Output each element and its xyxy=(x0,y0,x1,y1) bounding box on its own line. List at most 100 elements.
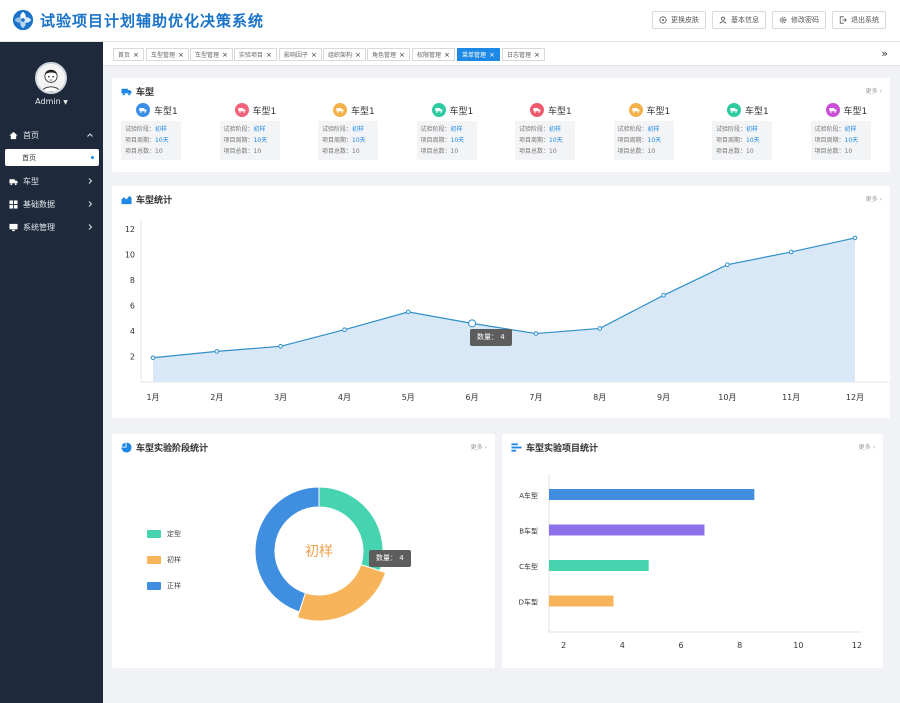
sidebar-item-home-label: 首页 xyxy=(23,131,39,140)
change-skin-button[interactable]: 更换皮肤 xyxy=(652,11,706,29)
basic-info-button[interactable]: 基本信息 xyxy=(712,11,766,29)
y-tick-label: 8 xyxy=(130,276,135,285)
user-icon xyxy=(719,16,727,24)
sidebar-item-vehicle[interactable]: 车型 xyxy=(0,170,103,193)
tab-home[interactable]: 首页 × xyxy=(113,48,144,61)
change-password-button[interactable]: 修改密码 xyxy=(772,11,826,29)
y-tick-label: 6 xyxy=(130,302,135,311)
monitor-icon xyxy=(9,223,18,232)
y-tick-label: 4 xyxy=(130,327,135,336)
truck-icon xyxy=(139,108,147,113)
tab-vehicle-management-2[interactable]: 车型管理 × xyxy=(190,48,233,61)
vehicle-name: 车型1 xyxy=(351,106,375,117)
vehicle-more-link[interactable]: 更多 › xyxy=(866,86,882,95)
sidebar-subitem-home[interactable]: 首页 xyxy=(5,149,99,166)
data-point xyxy=(725,262,730,267)
data-point xyxy=(214,349,220,354)
vehicle-item-head: 车型1 xyxy=(121,102,191,118)
vehicle-item[interactable]: 车型1 试验阶段：初样 项目周期：10天 项目总数：10 xyxy=(121,102,191,160)
sidebar-item-system[interactable]: 系统管理 xyxy=(0,216,103,239)
vehicle-info: 试验阶段：初样 项目周期：10天 项目总数：10 xyxy=(810,121,871,160)
truck-icon xyxy=(237,108,246,113)
double-chevron-right-icon[interactable]: » xyxy=(881,47,888,60)
close-icon[interactable]: × xyxy=(311,51,317,59)
tab-test-project[interactable]: 实验项目 × xyxy=(234,48,277,61)
y-tick-label: 10 xyxy=(125,251,135,260)
tab-organization[interactable]: 组织架构 × xyxy=(323,48,366,61)
total-value: 10 xyxy=(549,148,557,155)
x-tick-label: 12月 xyxy=(846,393,864,402)
basic-info-label: 基本信息 xyxy=(731,16,759,24)
tab-impact-factor[interactable]: 影响因子 × xyxy=(279,48,322,61)
avatar[interactable] xyxy=(35,62,67,94)
vehicle-item[interactable]: 车型1 试验阶段：初样 项目周期：10天 项目总数：10 xyxy=(416,102,487,160)
y-category-label: C车型 xyxy=(519,562,538,571)
total-label: 项目总数： xyxy=(322,148,353,155)
cycle-value: 10天 xyxy=(155,137,169,144)
x-tick-label: 8 xyxy=(737,641,742,650)
vehicle-badge-icon xyxy=(530,103,544,117)
close-icon[interactable]: × xyxy=(534,51,540,59)
stage-label: 试验阶段： xyxy=(519,126,550,133)
vehicle-item[interactable]: 车型1 试验阶段：初样 项目周期：10天 项目总数：10 xyxy=(810,102,881,160)
vehicle-item-head: 车型1 xyxy=(417,102,487,118)
vehicle-stage-row: 试验阶段：初样 xyxy=(421,124,473,135)
vehicle-item[interactable]: 车型1 试验阶段：初样 项目周期：10天 项目总数：10 xyxy=(613,102,684,160)
tab-log-management[interactable]: 日志管理 × xyxy=(502,48,545,61)
sidebar-menu: 首页 首页 车型 基础数据 系统管理 xyxy=(0,124,103,239)
stage-value: 初样 xyxy=(549,126,562,133)
total-label: 项目总数： xyxy=(223,148,254,155)
stage-label: 试验阶段： xyxy=(716,126,747,133)
data-point xyxy=(661,293,666,298)
x-tick-label: 10 xyxy=(793,641,803,650)
close-icon[interactable]: × xyxy=(399,51,405,59)
close-icon[interactable]: × xyxy=(355,51,361,59)
close-icon[interactable]: × xyxy=(133,51,139,59)
tab-menu-management[interactable]: 菜单管理 × xyxy=(457,48,500,61)
x-tick-label: 10月 xyxy=(718,393,736,402)
vehicle-name: 车型1 xyxy=(449,106,474,117)
bar xyxy=(549,524,705,536)
truck-icon xyxy=(434,108,443,113)
tab-role-management[interactable]: 角色管理 × xyxy=(367,48,410,61)
y-category-label: D车型 xyxy=(519,598,538,607)
close-icon[interactable]: × xyxy=(266,51,272,59)
chevron-right-icon xyxy=(88,178,93,184)
vehicle-item[interactable]: 车型1 试验阶段：初样 项目周期：10天 项目总数：10 xyxy=(515,102,585,160)
sidebar-item-home[interactable]: 首页 xyxy=(0,124,103,147)
close-icon[interactable]: × xyxy=(444,51,450,59)
app-title: 试验项目计划辅助优化决策系统 xyxy=(40,12,265,30)
vehicle-item[interactable]: 车型1 试验阶段：初样 项目周期：10天 项目总数：10 xyxy=(712,102,782,160)
tab-permission-management[interactable]: 权限管理 × xyxy=(412,48,455,61)
close-icon[interactable]: × xyxy=(489,51,495,59)
total-value: 10 xyxy=(844,148,853,155)
line-chart: 2 4 6 8 10 12 1月 2月 3月 4月 5月 6月 7月 8月 9月 10月 11月 12月 xyxy=(125,219,890,402)
vehicle-badge-icon xyxy=(136,103,150,117)
vehicle-total-row: 项目总数：10 xyxy=(815,146,867,157)
chevron-right-icon xyxy=(88,201,93,207)
stage-value: 初样 xyxy=(844,126,857,133)
vehicle-stats-card: 车型统计 更多 › 2 4 6 8 10 12 1月 2月 3月 4月 5月 6月 7月 8月 9月 10月 1… xyxy=(112,186,890,418)
vehicle-badge-icon xyxy=(628,103,643,117)
vehicle-total-row: 项目总数：10 xyxy=(618,146,670,157)
chevron-down-icon: ▼ xyxy=(63,99,68,106)
total-label: 项目总数： xyxy=(617,148,648,155)
vehicle-stage-row: 试验阶段：初样 xyxy=(815,124,867,135)
data-point xyxy=(405,309,411,315)
y-category-label: A车型 xyxy=(519,491,538,500)
tab-vehicle-management[interactable]: 车型管理 × xyxy=(146,48,189,61)
logout-button[interactable]: 退出系统 xyxy=(832,11,886,29)
donut-center-label: 初样 xyxy=(305,543,333,560)
close-icon[interactable]: × xyxy=(222,51,228,59)
data-point xyxy=(150,355,156,361)
vehicle-item[interactable]: 车型1 试验阶段：初样 项目周期：10天 项目总数：10 xyxy=(219,102,290,160)
vehicle-cycle-row: 项目周期：10天 xyxy=(618,135,670,146)
vehicle-item[interactable]: 车型1 试验阶段：初样 项目周期：10天 项目总数：10 xyxy=(318,102,388,160)
x-tick-label: 5月 xyxy=(402,393,415,402)
x-tick-label: 2月 xyxy=(210,393,223,402)
user-menu[interactable]: Admin ▼ xyxy=(0,97,103,106)
close-icon[interactable]: × xyxy=(178,51,184,59)
skin-icon xyxy=(659,16,667,24)
sidebar-subitem-home-label: 首页 xyxy=(22,153,36,162)
sidebar-item-basic-data[interactable]: 基础数据 xyxy=(0,193,103,216)
